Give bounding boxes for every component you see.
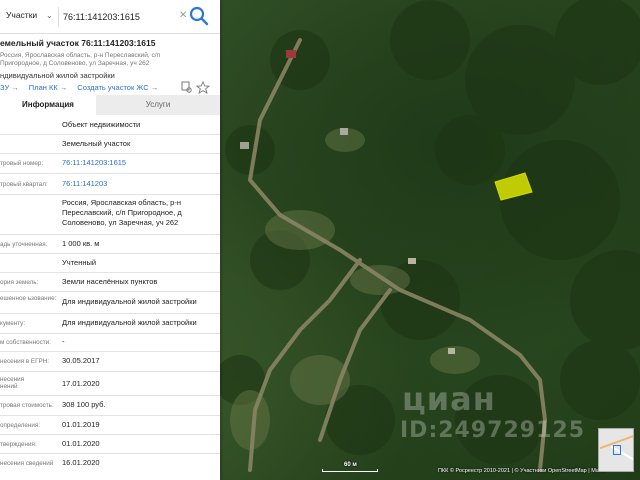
table-row: тровый квартал: 76:11:141203 xyxy=(0,174,220,195)
row-label: несения нений xyxy=(0,376,25,390)
chevron-down-icon[interactable]: ⌄ xyxy=(46,11,53,20)
row-value: Для индивидуальной жилой застройки xyxy=(62,297,197,306)
table-row: адь уточненная: 1 000 кв. м xyxy=(0,235,220,254)
search-type-select[interactable]: Участки xyxy=(0,10,52,20)
table-row: тровый номер: 76:11:141203:1615 xyxy=(0,154,220,174)
row-label: определения: xyxy=(0,422,41,429)
row-label: адь уточненная: xyxy=(0,241,48,248)
watermark-brand: циан xyxy=(402,380,496,418)
table-row: Россия, Ярославская область, р-н Пересла… xyxy=(0,195,220,235)
row-label: несения в ЕГРН: xyxy=(0,358,49,365)
scale-line xyxy=(322,469,378,472)
watermark: циан ID:249729125 xyxy=(400,380,584,450)
scale-label: 60 м xyxy=(344,462,357,468)
search-input[interactable] xyxy=(63,8,179,26)
minimap-viewport xyxy=(613,445,621,455)
row-label: ория земель: xyxy=(0,279,39,286)
cadastral-quarter-link[interactable]: 76:11:141203 xyxy=(62,179,218,189)
row-value: Земли населённых пунктов xyxy=(62,277,158,286)
attributes-table: Объект недвижимости Земельный участок тр… xyxy=(0,116,220,474)
object-title: емельный участок 76:11:141203:1615 xyxy=(0,38,156,48)
object-purpose: ндивидуальной жилой застройки xyxy=(0,71,115,80)
cadastral-number-link[interactable]: 76:11:141203:1615 xyxy=(62,158,218,168)
row-label: тровая стоимость: xyxy=(0,402,54,409)
row-label: несения сведений xyxy=(0,460,54,467)
table-row: тверждения: 01.01.2020 xyxy=(0,435,220,454)
row-label: ешенное ьзование: xyxy=(0,295,57,302)
object-address: Россия, Ярославская область, р-н Пересла… xyxy=(0,52,161,67)
search-icon[interactable] xyxy=(186,3,212,29)
row-value: Учтенный xyxy=(62,258,97,267)
row-label: м собственности: xyxy=(0,339,51,346)
row-value: Земельный участок xyxy=(62,139,131,148)
row-value: Россия, Ярославская область, р-н Пересла… xyxy=(62,198,182,227)
row-value: - xyxy=(62,337,65,346)
link-zu[interactable]: ЗУ → xyxy=(0,83,19,92)
table-row: ешенное ьзование: Для индивидуальной жил… xyxy=(0,292,220,314)
link-create-plot[interactable]: Создать участок ЖС → xyxy=(77,83,158,92)
action-links: ЗУ → План КК → Создать участок ЖС → xyxy=(0,83,180,92)
table-row: несения в ЕГРН: 30.05.2017 xyxy=(0,352,220,372)
overview-minimap[interactable] xyxy=(598,428,634,472)
row-value: Для индивидуальной жилой застройки xyxy=(62,318,197,327)
row-value: 17.01.2020 xyxy=(62,379,100,388)
info-panel: Участки ⌄ ✕ емельный участок 76:11:14120… xyxy=(0,0,220,480)
row-value: 16.01.2020 xyxy=(62,458,100,467)
table-row: Земельный участок xyxy=(0,135,220,154)
tab-bar: Информация Услуги xyxy=(0,95,220,115)
table-row: тровая стоимость: 308 100 руб. xyxy=(0,396,220,416)
row-label: кументу: xyxy=(0,320,26,327)
row-label: тровый квартал: xyxy=(0,181,48,188)
row-value: Объект недвижимости xyxy=(62,120,141,129)
search-bar: Участки ⌄ ✕ xyxy=(0,0,220,34)
row-value: 1 000 кв. м xyxy=(62,239,100,248)
tab-information[interactable]: Информация xyxy=(0,95,96,115)
table-row: несения нений 17.01.2020 xyxy=(0,372,220,396)
table-row: определения: 01.01.2019 xyxy=(0,416,220,435)
table-row: Объект недвижимости xyxy=(0,116,220,135)
table-row: несения сведений 16.01.2020 xyxy=(0,454,220,474)
scale-bar: 60 м xyxy=(322,462,378,472)
tool-icons xyxy=(181,80,211,94)
row-value: 30.05.2017 xyxy=(62,356,100,365)
row-label: тверждения: xyxy=(0,441,37,448)
link-plan-kk[interactable]: План КК → xyxy=(29,83,68,92)
tab-services[interactable]: Услуги xyxy=(96,95,220,115)
table-row: м собственности: - xyxy=(0,334,220,352)
measure-icon[interactable] xyxy=(181,81,192,93)
watermark-id: ID:249729125 xyxy=(400,418,586,443)
table-row: ория земель: Земли населённых пунктов xyxy=(0,273,220,292)
row-value: 01.01.2020 xyxy=(62,439,100,448)
divider xyxy=(58,7,59,27)
row-label: тровый номер: xyxy=(0,160,44,167)
table-row: кументу: Для индивидуальной жилой застро… xyxy=(0,314,220,334)
table-row: Учтенный xyxy=(0,254,220,273)
row-value: 308 100 руб. xyxy=(62,400,106,409)
map-attribution: ПКК © Росреестр 2010-2021 | © Участники … xyxy=(438,468,607,474)
row-value: 01.01.2019 xyxy=(62,420,100,429)
star-icon[interactable] xyxy=(195,80,211,94)
